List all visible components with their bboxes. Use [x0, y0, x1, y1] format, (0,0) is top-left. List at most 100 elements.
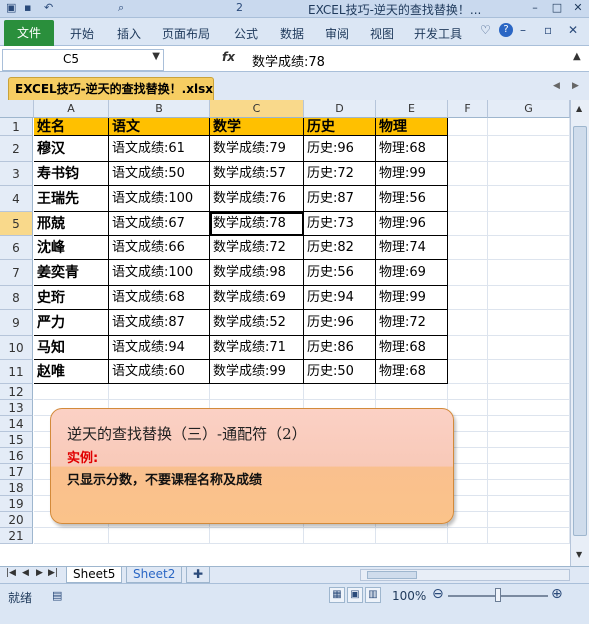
tab-insert[interactable]: 插入: [117, 25, 141, 42]
column-header-d[interactable]: D: [304, 100, 376, 118]
student-name-cell[interactable]: 沈峰: [34, 236, 109, 260]
empty-cell[interactable]: [448, 416, 488, 432]
table-header-cell[interactable]: 历史: [304, 118, 376, 136]
row-header-19[interactable]: 19: [0, 496, 33, 512]
empty-cell[interactable]: [448, 480, 488, 496]
empty-cell[interactable]: [109, 528, 210, 544]
ribbon-minimize-icon[interactable]: ♡: [480, 23, 491, 37]
score-cell[interactable]: 物理:99: [376, 162, 448, 186]
help-icon[interactable]: ?: [499, 23, 513, 37]
student-name-cell[interactable]: 马知: [34, 336, 109, 360]
student-name-cell[interactable]: 王瑞先: [34, 186, 109, 212]
score-cell[interactable]: 数学成绩:69: [210, 286, 304, 310]
empty-cell[interactable]: [109, 384, 210, 400]
row-header-2[interactable]: 2: [0, 136, 33, 162]
empty-cell[interactable]: [488, 186, 570, 212]
table-header-cell[interactable]: 语文: [109, 118, 210, 136]
workbook-tab[interactable]: EXCEL技巧-逆天的查找替换！.xlsx: [8, 77, 214, 100]
empty-cell[interactable]: [488, 416, 570, 432]
empty-cell[interactable]: [448, 496, 488, 512]
score-cell[interactable]: 历史:73: [304, 212, 376, 236]
empty-cell[interactable]: [488, 432, 570, 448]
empty-cell[interactable]: [448, 212, 488, 236]
sheet-tab-sheet2[interactable]: Sheet2: [126, 567, 183, 583]
column-header-b[interactable]: B: [109, 100, 210, 118]
tab-page-layout[interactable]: 页面布局: [162, 25, 210, 42]
row-header-20[interactable]: 20: [0, 512, 33, 528]
empty-cell[interactable]: [448, 186, 488, 212]
row-header-13[interactable]: 13: [0, 400, 33, 416]
row-header-16[interactable]: 16: [0, 448, 33, 464]
expand-formula-icon[interactable]: ▲: [573, 51, 581, 62]
empty-cell[interactable]: [488, 336, 570, 360]
page-break-view-icon[interactable]: ▥: [365, 587, 381, 603]
score-cell[interactable]: 数学成绩:52: [210, 310, 304, 336]
score-cell[interactable]: 语文成绩:100: [109, 260, 210, 286]
normal-view-icon[interactable]: ▦: [329, 587, 345, 603]
quick-access-count[interactable]: 2: [236, 1, 243, 14]
score-cell[interactable]: 数学成绩:72: [210, 236, 304, 260]
score-cell[interactable]: 语文成绩:68: [109, 286, 210, 310]
row-header-10[interactable]: 10: [0, 336, 33, 360]
score-cell[interactable]: 历史:56: [304, 260, 376, 286]
table-header-cell[interactable]: 数学: [210, 118, 304, 136]
column-header-a[interactable]: A: [34, 100, 109, 118]
insert-function-icon[interactable]: fx: [222, 50, 235, 64]
student-name-cell[interactable]: 邢兢: [34, 212, 109, 236]
save-icon[interactable]: ▪: [24, 1, 31, 14]
vertical-scroll-thumb[interactable]: [573, 126, 587, 536]
score-cell[interactable]: 历史:72: [304, 162, 376, 186]
empty-cell[interactable]: [448, 162, 488, 186]
row-header-18[interactable]: 18: [0, 480, 33, 496]
row-header-1[interactable]: 1: [0, 118, 33, 136]
empty-cell[interactable]: [448, 310, 488, 336]
row-header-14[interactable]: 14: [0, 416, 33, 432]
row-header-12[interactable]: 12: [0, 384, 33, 400]
sheet-tab-sheet5[interactable]: Sheet5: [66, 567, 123, 583]
select-all-corner[interactable]: [0, 100, 34, 118]
empty-cell[interactable]: [488, 286, 570, 310]
tab-scroll-left-icon[interactable]: ◀: [553, 81, 560, 91]
score-cell[interactable]: 历史:96: [304, 136, 376, 162]
close-icon[interactable]: ✕: [567, 0, 589, 16]
prev-sheet-icon[interactable]: ◀: [22, 568, 29, 578]
row-header-15[interactable]: 15: [0, 432, 33, 448]
empty-cell[interactable]: [488, 384, 570, 400]
tab-file[interactable]: 文件: [4, 20, 54, 46]
empty-cell[interactable]: [210, 384, 304, 400]
empty-cell[interactable]: [448, 512, 488, 528]
tab-data[interactable]: 数据: [280, 25, 304, 42]
vertical-scrollbar[interactable]: ▲ ▼: [570, 100, 589, 566]
worksheet-grid[interactable]: A B C D E F G 1 2 3 4 5 6 7 8 9 10 11 12 13 14 15 16 17 1…: [0, 100, 570, 566]
maximize-icon[interactable]: □: [546, 0, 568, 16]
column-header-g[interactable]: G: [488, 100, 570, 118]
score-cell[interactable]: 物理:96: [376, 212, 448, 236]
score-cell[interactable]: 物理:68: [376, 336, 448, 360]
student-name-cell[interactable]: 严力: [34, 310, 109, 336]
score-cell[interactable]: 数学成绩:79: [210, 136, 304, 162]
row-header-5[interactable]: 5: [0, 212, 33, 236]
empty-cell[interactable]: [448, 384, 488, 400]
first-sheet-icon[interactable]: |◀: [6, 568, 16, 578]
column-header-f[interactable]: F: [448, 100, 488, 118]
name-box[interactable]: C5 ▼: [2, 49, 164, 71]
table-header-cell[interactable]: 姓名: [34, 118, 109, 136]
row-header-7[interactable]: 7: [0, 260, 33, 286]
empty-cell[interactable]: [448, 400, 488, 416]
empty-cell[interactable]: [488, 236, 570, 260]
row-header-11[interactable]: 11: [0, 360, 33, 384]
score-cell[interactable]: 历史:50: [304, 360, 376, 384]
score-cell[interactable]: 历史:94: [304, 286, 376, 310]
empty-cell[interactable]: [376, 384, 448, 400]
score-cell[interactable]: 数学成绩:99: [210, 360, 304, 384]
empty-cell[interactable]: [488, 496, 570, 512]
score-cell[interactable]: 语文成绩:67: [109, 212, 210, 236]
workbook-close-icon[interactable]: ✕: [568, 23, 578, 37]
row-header-4[interactable]: 4: [0, 186, 33, 212]
student-name-cell[interactable]: 姜奕青: [34, 260, 109, 286]
score-cell[interactable]: 数学成绩:71: [210, 336, 304, 360]
empty-cell[interactable]: [448, 360, 488, 384]
score-cell[interactable]: 语文成绩:66: [109, 236, 210, 260]
score-cell[interactable]: 物理:68: [376, 360, 448, 384]
next-sheet-icon[interactable]: ▶: [36, 568, 43, 578]
